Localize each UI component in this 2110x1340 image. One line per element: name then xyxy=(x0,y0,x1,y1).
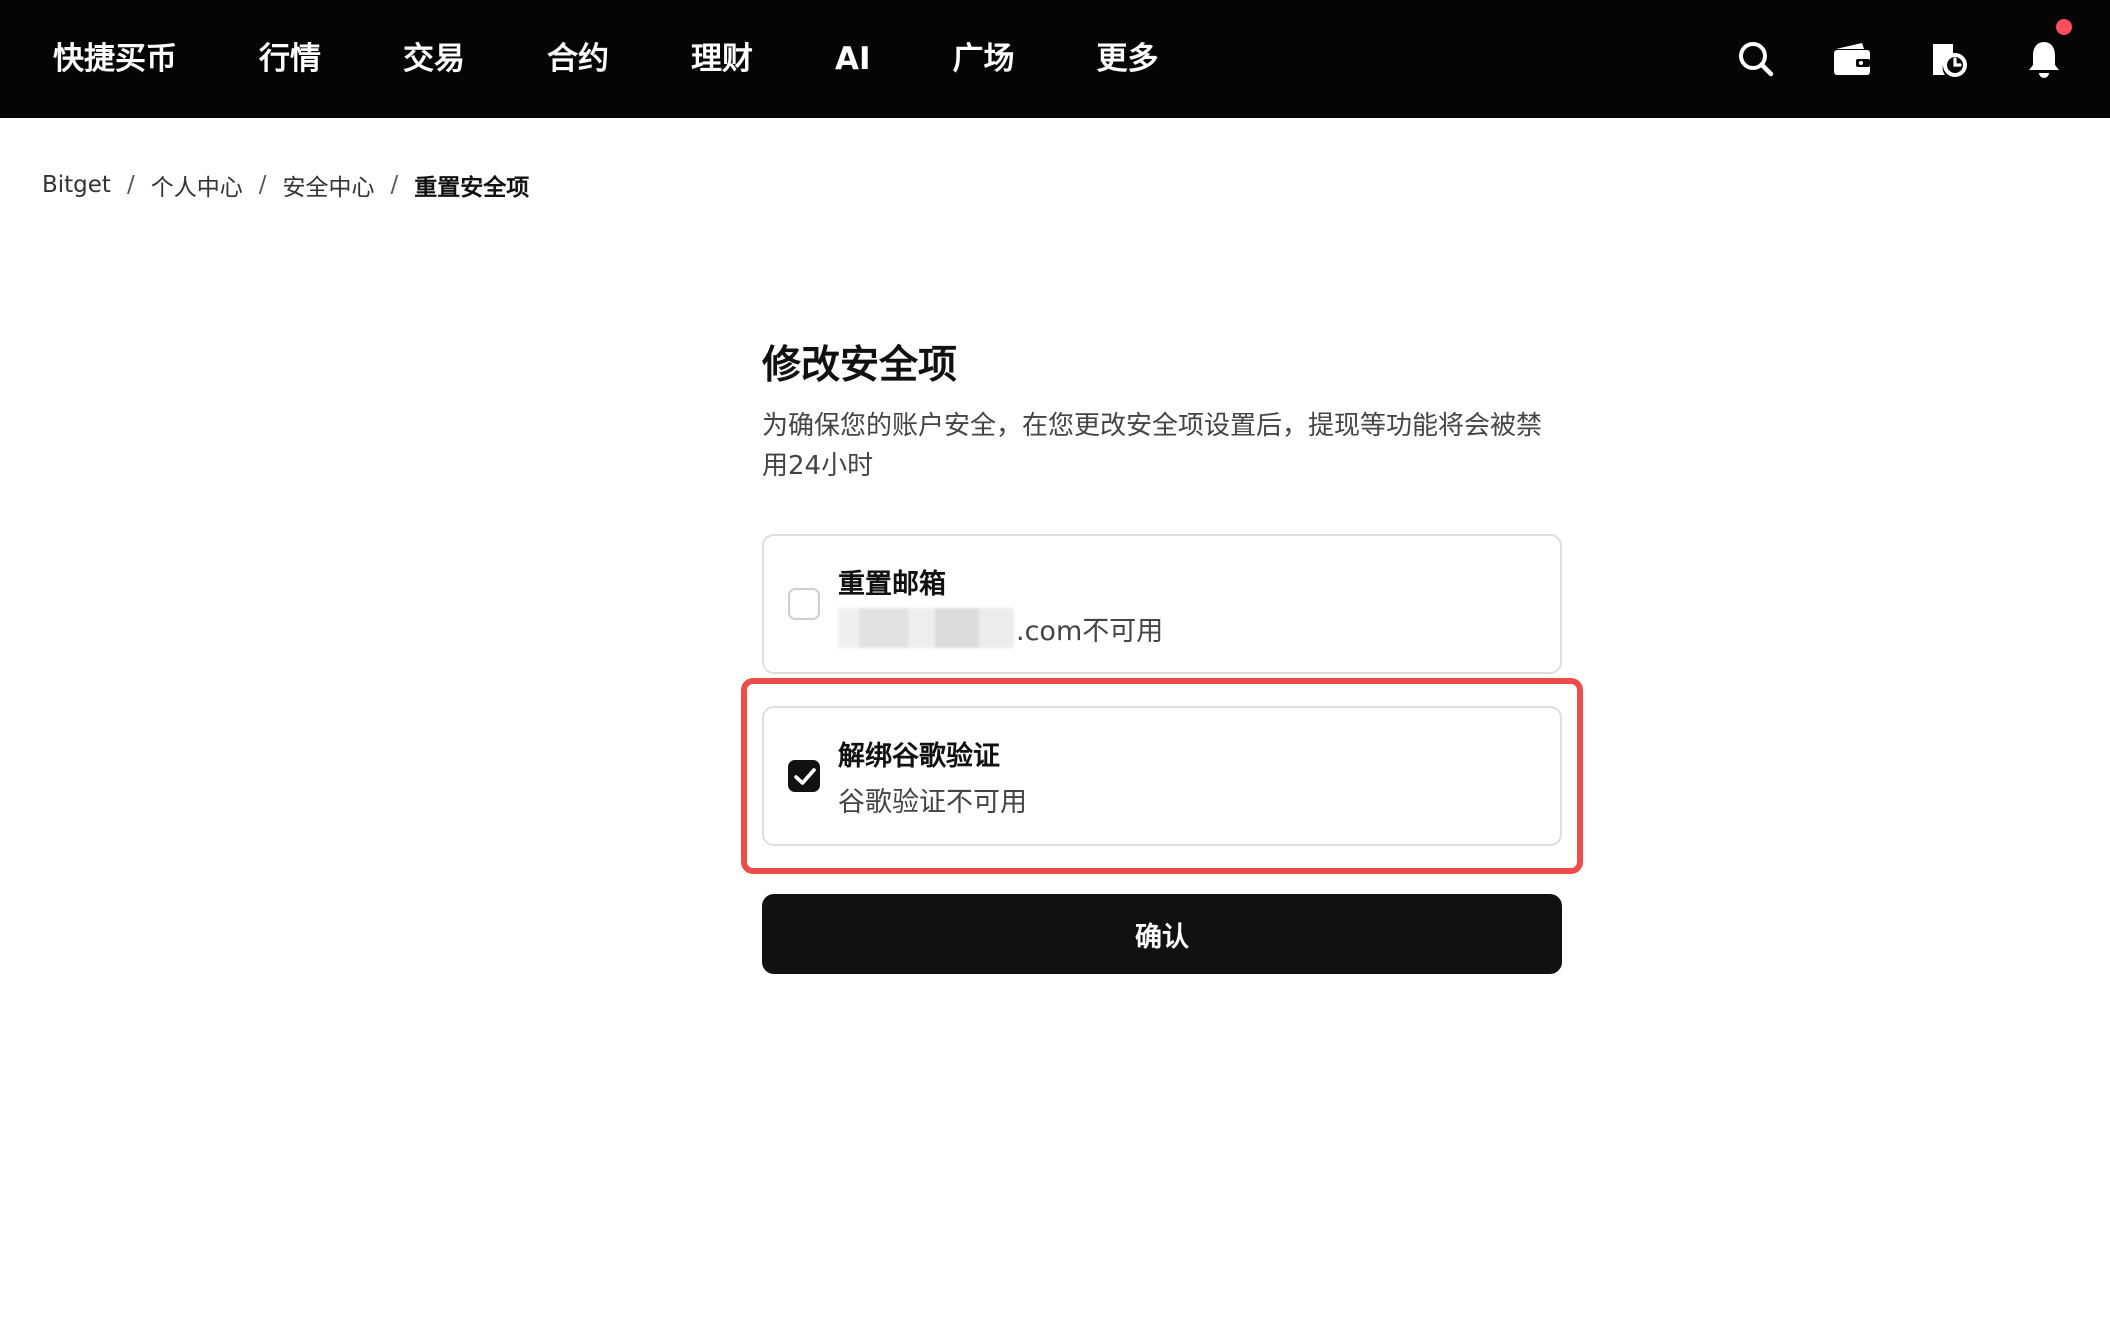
order-history-icon[interactable] xyxy=(1926,37,1970,81)
nav-icon-group xyxy=(1734,0,2110,118)
unbind-google-auth-checkbox[interactable] xyxy=(788,760,820,792)
reset-email-checkbox[interactable] xyxy=(788,588,820,620)
unbind-google-auth-title: 解绑谷歌验证 xyxy=(838,741,1000,772)
bell-icon[interactable] xyxy=(2022,19,2072,81)
unbind-google-auth-subtitle: 谷歌验证不可用 xyxy=(838,787,1027,818)
search-icon[interactable] xyxy=(1734,37,1778,81)
option-reset-email[interactable]: 重置邮箱 .com不可用 xyxy=(762,534,1562,674)
nav-square[interactable]: 广场 xyxy=(953,0,1015,118)
reset-email-title: 重置邮箱 xyxy=(838,569,946,600)
breadcrumb-bitget[interactable]: Bitget xyxy=(42,172,111,198)
notification-dot xyxy=(2056,19,2072,35)
nav-trade[interactable]: 交易 xyxy=(403,0,465,118)
wallet-icon[interactable] xyxy=(1830,37,1874,81)
reset-security-panel: 修改安全项 为确保您的账户安全，在您更改安全项设置后，提现等功能将会被禁用24小… xyxy=(741,340,1583,974)
option-unbind-google-auth[interactable]: 解绑谷歌验证 谷歌验证不可用 xyxy=(762,706,1562,846)
breadcrumb-separator: / xyxy=(126,172,135,198)
nav-futures[interactable]: 合约 xyxy=(547,0,609,118)
breadcrumb-separator: / xyxy=(390,172,399,198)
breadcrumb-security-center[interactable]: 安全中心 xyxy=(282,168,374,202)
reset-email-subtitle-text: .com不可用 xyxy=(1016,615,1164,647)
checkmark-icon xyxy=(794,768,816,785)
breadcrumb: Bitget / 个人中心 / 安全中心 / 重置安全项 xyxy=(42,168,529,202)
nav-markets[interactable]: 行情 xyxy=(259,0,321,118)
nav-ai[interactable]: AI xyxy=(835,0,871,118)
page-title: 修改安全项 xyxy=(762,343,958,388)
confirm-button[interactable]: 确认 xyxy=(762,894,1562,974)
page-description: 为确保您的账户安全，在您更改安全项设置后，提现等功能将会被禁用24小时 xyxy=(762,411,1543,481)
reset-email-subtitle: .com不可用 xyxy=(838,608,1163,648)
nav-more[interactable]: 更多 xyxy=(1097,0,1159,118)
breadcrumb-separator: / xyxy=(258,172,267,198)
top-navbar: 快捷买币 行情 交易 合约 理财 AI 广场 更多 xyxy=(0,0,2110,118)
breadcrumb-personal-center[interactable]: 个人中心 xyxy=(151,168,243,202)
main-nav: 快捷买币 行情 交易 合约 理财 AI 广场 更多 xyxy=(0,0,1241,118)
breadcrumb-current-page: 重置安全项 xyxy=(414,175,530,201)
nav-earn[interactable]: 理财 xyxy=(691,0,753,118)
redacted-email-mask xyxy=(838,608,1014,648)
nav-quick-buy[interactable]: 快捷买币 xyxy=(53,0,177,118)
